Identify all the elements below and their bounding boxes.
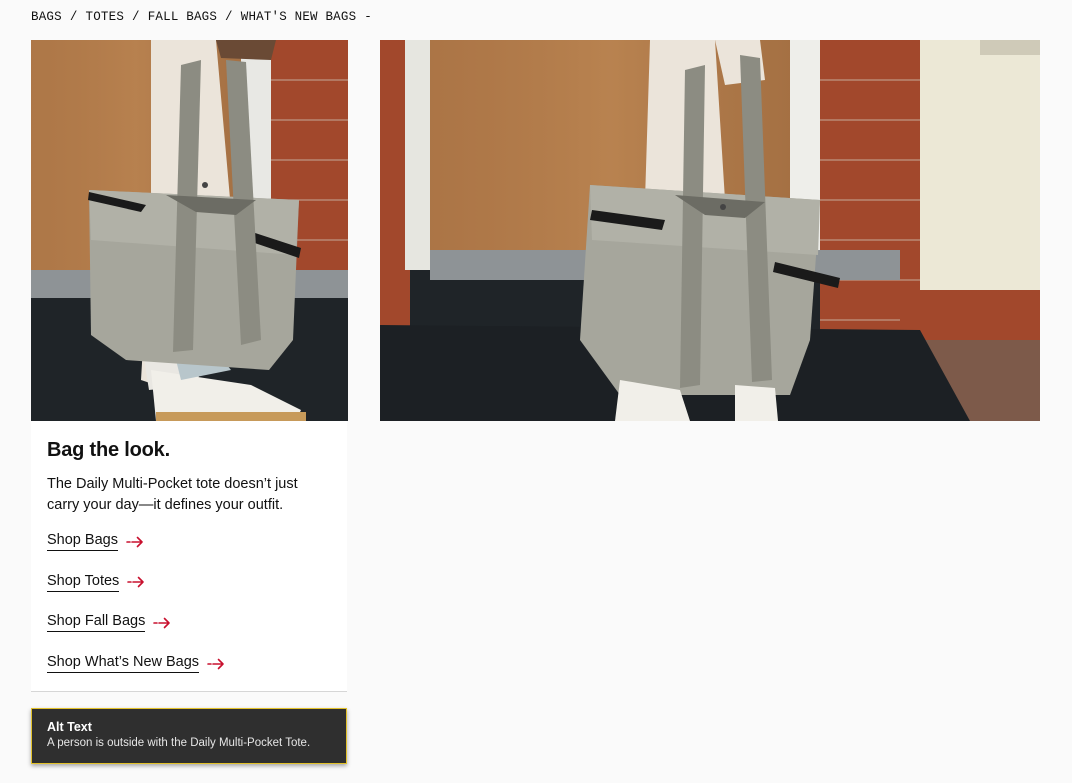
breadcrumb-item-bags[interactable]: BAGS (31, 10, 62, 24)
alt-text-title: Alt Text (47, 720, 92, 734)
alt-text-description: A person is outside with the Daily Multi… (47, 737, 311, 749)
shop-fall-bags-link[interactable]: Shop Fall Bags (47, 613, 171, 633)
shop-links-list: Shop Bags Shop Totes Shop Fall Bags Shop… (47, 531, 331, 694)
shop-fall-bags-link-label: Shop Fall Bags (47, 613, 146, 633)
shop-bags-link[interactable]: Shop Bags (47, 532, 144, 551)
alt-text-box: Alt Text A person is outside with the Da… (31, 708, 347, 764)
promo-heading: Bag the look. (47, 439, 170, 461)
tote-photo-illustration (380, 40, 1040, 421)
tote-photo-illustration (31, 40, 348, 421)
shop-totes-link[interactable]: Shop Totes (47, 573, 145, 592)
breadcrumb-separator: / (69, 10, 78, 24)
breadcrumb-item-fall-bags[interactable]: FALL BAGS (148, 10, 217, 24)
breadcrumb-separator: / (225, 10, 233, 24)
list-item: Shop Totes (47, 572, 331, 613)
shop-bags-link-label: Shop Bags (47, 532, 118, 551)
arrow-right-icon (126, 536, 143, 547)
breadcrumb-item-totes[interactable]: TOTES (86, 10, 125, 24)
arrow-right-icon (153, 617, 171, 629)
breadcrumb-separator: / (132, 10, 140, 24)
arrow-right-icon (127, 576, 145, 588)
shop-totes-link-label: Shop Totes (47, 573, 120, 592)
arrow-right-icon (207, 658, 224, 669)
promo-description: The Daily Multi-Pocket tote doesn’t just… (47, 476, 298, 513)
shop-whats-new-bags-link-label: Shop What’s New Bags (47, 654, 200, 674)
product-photo-wide (380, 40, 1040, 421)
list-item: Shop Bags (47, 531, 331, 572)
promo-card: Bag the look. The Daily Multi-Pocket tot… (31, 421, 347, 692)
breadcrumb-item-whats-new-bags[interactable]: WHAT'S NEW BAGS (241, 10, 357, 24)
product-photo-cropped (31, 40, 348, 421)
shop-whats-new-bags-link[interactable]: Shop What’s New Bags (47, 654, 225, 674)
list-item: Shop Fall Bags (47, 612, 331, 653)
breadcrumb: BAGS / TOTES / FALL BAGS / WHAT'S NEW BA… (31, 10, 380, 24)
list-item: Shop What’s New Bags (47, 653, 331, 694)
breadcrumb-trailing-dash: - (364, 10, 372, 24)
